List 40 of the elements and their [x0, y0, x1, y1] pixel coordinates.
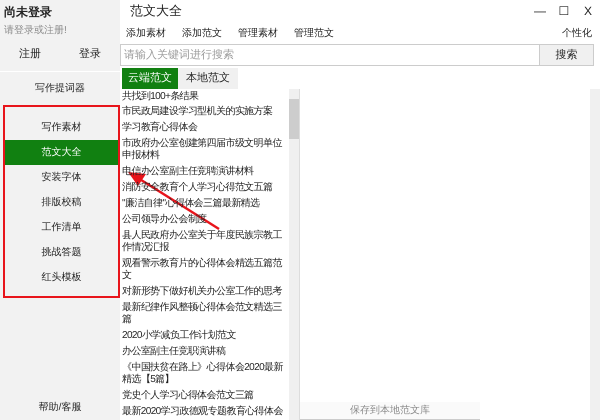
sidebar-item[interactable]: 安装字体 [5, 165, 118, 190]
sidebar-item[interactable]: 挑战答题 [5, 240, 118, 265]
result-item[interactable]: 《中国扶贫在路上》心得体会2020最新精选【5篇】 [122, 360, 289, 388]
result-item[interactable]: 最新2020学习政德观专题教育心得体会 [122, 404, 289, 420]
personalize-button[interactable]: 个性化 [562, 26, 592, 40]
sidebar-item[interactable]: 范文大全 [5, 140, 118, 165]
close-button[interactable]: X [576, 1, 600, 21]
maximize-button[interactable]: ☐ [552, 1, 576, 21]
window-title: 范文大全 [130, 2, 182, 20]
tab[interactable]: 云端范文 [122, 68, 178, 89]
result-item[interactable]: 学习教育心得体会 [122, 120, 289, 136]
sidebar-item[interactable]: 写作提词器 [0, 75, 120, 101]
login-button[interactable]: 登录 [60, 42, 120, 66]
result-item[interactable]: 办公室副主任竞职演讲稿 [122, 344, 289, 360]
sidebar-item[interactable]: 红头模板 [5, 265, 118, 290]
toolbar-button[interactable]: 添加范文 [182, 26, 222, 40]
login-status: 尚未登录 [3, 4, 53, 21]
register-button[interactable]: 注册 [0, 42, 60, 66]
save-local-button[interactable]: 保存到本地范文库 [300, 402, 480, 420]
result-item[interactable]: 县人民政府办公室关于年度民族宗教工作情况汇报 [122, 228, 289, 256]
minimize-button[interactable]: — [528, 1, 552, 21]
toolbar-button[interactable]: 管理范文 [294, 26, 334, 40]
sidebar-item[interactable]: 写作素材 [5, 115, 118, 140]
sidebar-item[interactable]: 排版校稿 [5, 190, 118, 215]
tab[interactable]: 本地范文 [178, 68, 238, 89]
result-item[interactable]: 最新纪律作风整顿心得体会范文精选三篇 [122, 300, 289, 328]
result-item[interactable]: 党史个人学习心得体会范文三篇 [122, 388, 289, 404]
toolbar-button[interactable]: 管理素材 [238, 26, 278, 40]
help-link[interactable]: 帮助/客服 [0, 396, 120, 418]
result-item[interactable]: 市政府办公室创建第四届市级文明单位申报材料 [122, 136, 289, 164]
result-item[interactable]: 2020小学减负工作计划范文 [122, 328, 289, 344]
search-input[interactable]: 请输入关键词进行搜索 [121, 45, 539, 65]
login-hint: 请登录或注册! [3, 24, 68, 38]
result-item[interactable]: 观看警示教育片的心得体会精选五篇范文 [122, 256, 289, 284]
sidebar-item[interactable]: 工作清单 [5, 215, 118, 240]
result-count: 共找到100+条结果 [122, 90, 200, 104]
toolbar-button[interactable]: 添加素材 [126, 26, 166, 40]
result-item[interactable]: 对新形势下做好机关办公室工作的思考 [122, 284, 289, 300]
result-item[interactable]: 市民政局建设学习型机关的实施方案 [122, 104, 289, 120]
search-button[interactable]: 搜索 [540, 44, 594, 66]
